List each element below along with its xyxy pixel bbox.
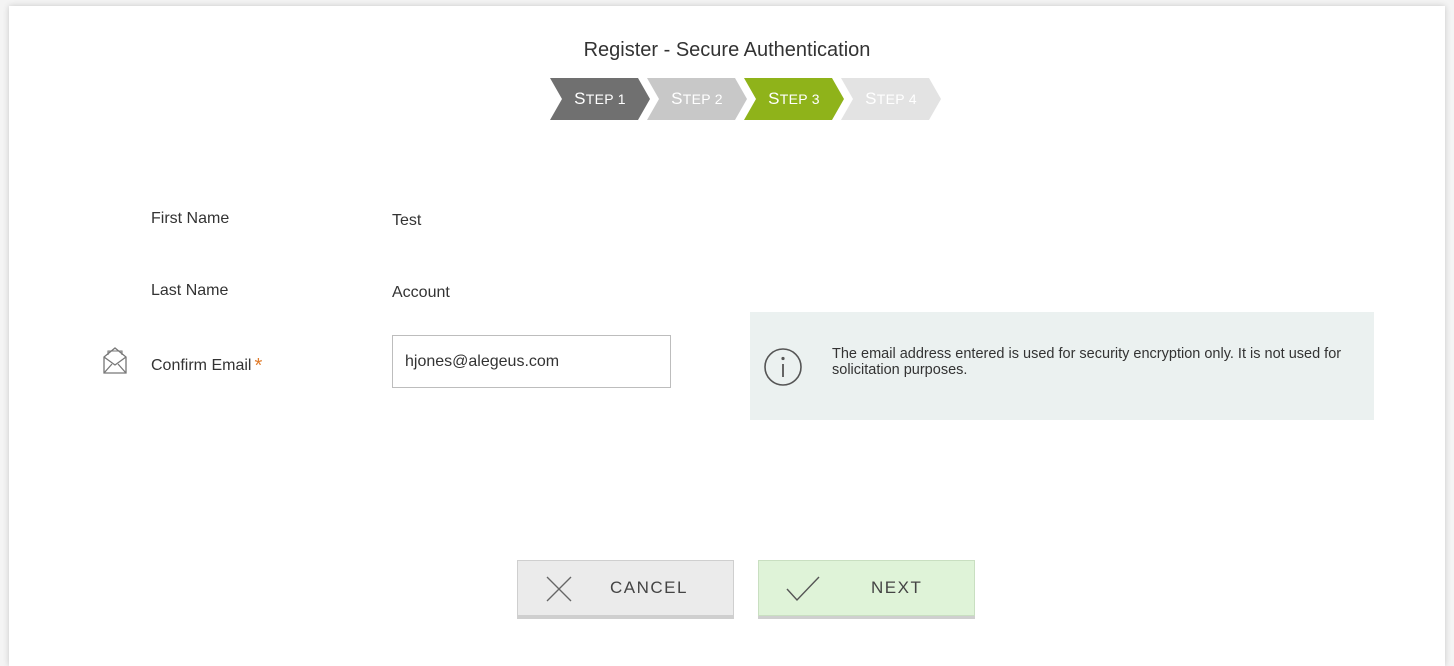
- page-title: Register - Secure Authentication: [583, 39, 871, 61]
- last-name-label: Last Name: [151, 282, 229, 299]
- confirm-email-input[interactable]: [392, 335, 671, 388]
- step-1: S TEP 1: [550, 78, 650, 120]
- step-2-label: TEP 2: [682, 91, 723, 107]
- info-text: The email address entered is used for se…: [832, 346, 1342, 378]
- step-1-initial: S: [574, 89, 586, 108]
- confirm-email-label: Confirm Email *: [151, 353, 263, 377]
- next-button[interactable]: NEXT: [758, 560, 975, 616]
- step-1-label: TEP 1: [585, 91, 626, 107]
- cancel-button-label: CANCEL: [610, 578, 688, 597]
- last-name-value: Account: [392, 284, 450, 301]
- step-4-label: TEP 4: [876, 91, 917, 107]
- step-4-initial: S: [865, 89, 877, 108]
- cancel-button[interactable]: CANCEL: [517, 560, 734, 616]
- step-2-initial: S: [671, 89, 683, 108]
- close-icon: [544, 574, 574, 609]
- info-panel: The email address entered is used for se…: [750, 312, 1374, 420]
- envelope-open-icon: [102, 345, 128, 380]
- checkmark-icon: [785, 574, 821, 609]
- confirm-email-label-text: Confirm Email: [151, 357, 252, 374]
- step-3-initial: S: [768, 89, 780, 108]
- required-marker: *: [254, 355, 263, 377]
- step-3: S TEP 3: [744, 78, 844, 120]
- step-3-label: TEP 3: [779, 91, 820, 107]
- first-name-label: First Name: [151, 210, 230, 227]
- registration-card: Register - Secure Authentication S TEP 1 …: [9, 6, 1445, 666]
- info-icon: [762, 346, 804, 393]
- step-2: S TEP 2: [647, 78, 747, 120]
- step-4: S TEP 4: [841, 78, 941, 120]
- first-name-value: Test: [392, 212, 422, 229]
- next-button-label: NEXT: [871, 578, 923, 597]
- step-progress: S TEP 1 S TEP 2 S TEP 3 S TEP 4: [550, 78, 950, 120]
